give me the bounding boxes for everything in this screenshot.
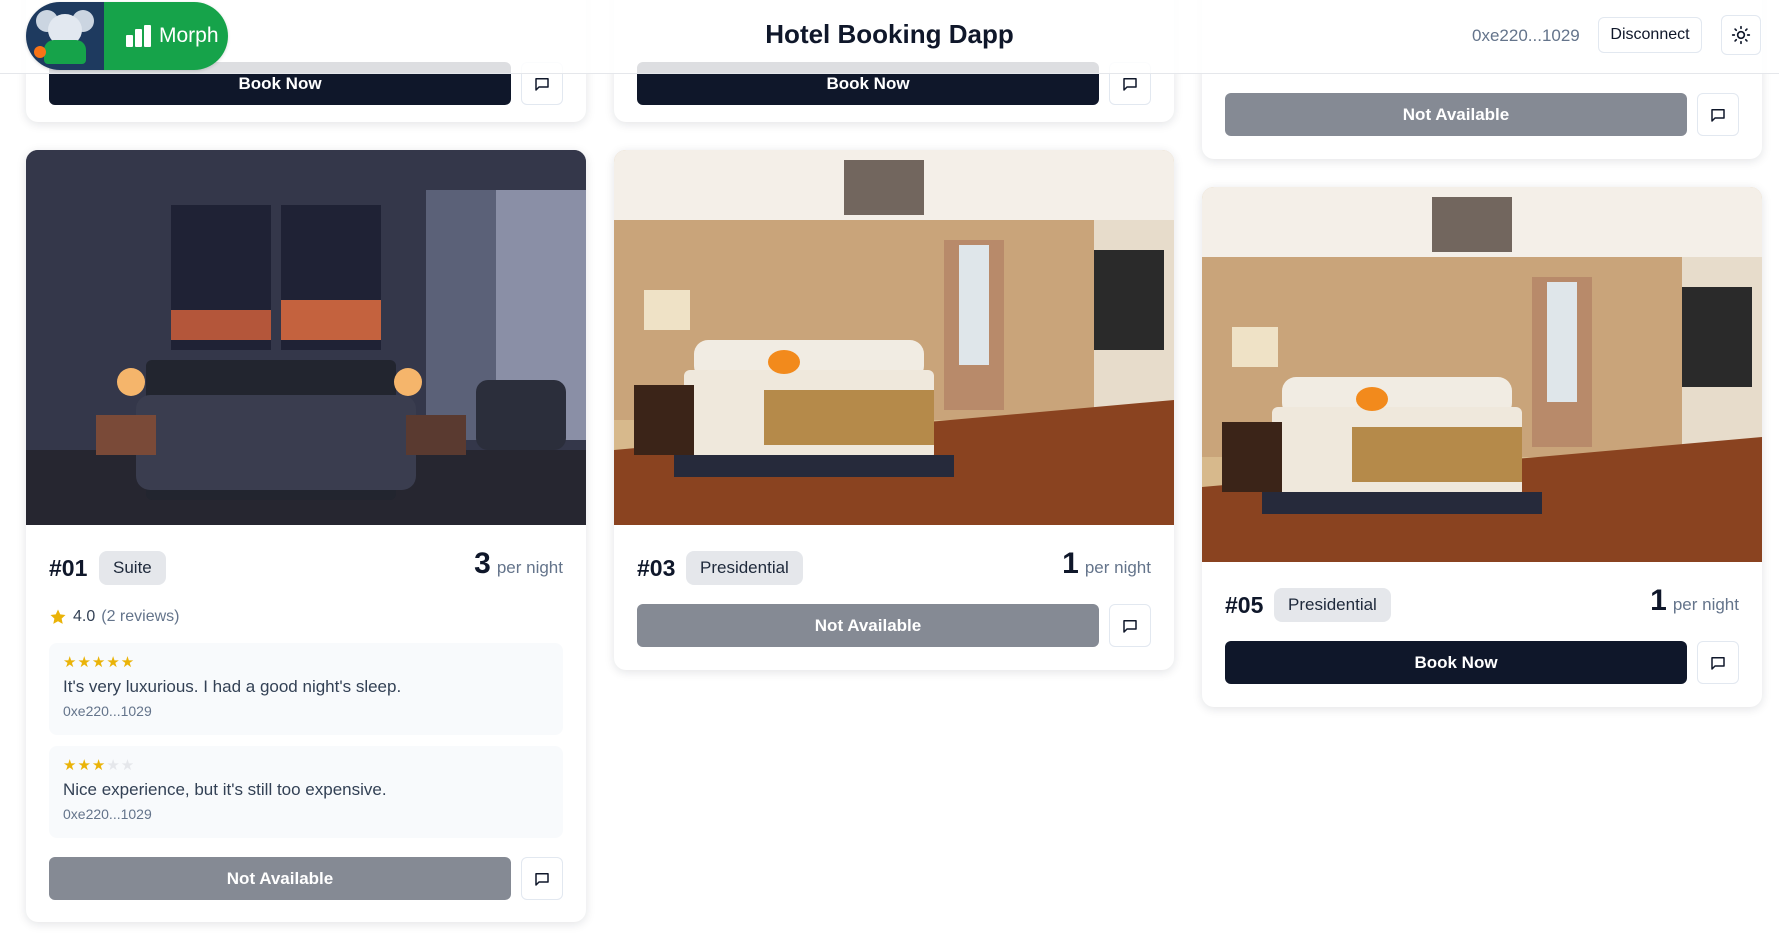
rating-value: 4.0 bbox=[73, 608, 96, 625]
brand: Morph bbox=[104, 2, 228, 70]
sun-icon bbox=[1731, 25, 1751, 45]
message-icon bbox=[1123, 77, 1137, 91]
price-value: 3 bbox=[474, 547, 491, 580]
price-unit: per night bbox=[1672, 595, 1739, 614]
review-stars: ★★★★★ bbox=[63, 757, 136, 774]
not-available-button[interactable]: Not Available bbox=[49, 857, 511, 900]
morph-mark-icon bbox=[126, 25, 151, 47]
star-icon bbox=[50, 609, 66, 624]
message-icon bbox=[1123, 619, 1137, 633]
room-number: #03 bbox=[637, 555, 676, 581]
morph-logo[interactable]: Morph bbox=[26, 2, 228, 70]
price-unit: per night bbox=[1084, 558, 1151, 577]
wallet-address: 0xe220...1029 bbox=[1472, 26, 1580, 45]
not-available-button[interactable]: Not Available bbox=[637, 604, 1099, 647]
room-number: #05 bbox=[1225, 592, 1264, 618]
reviews-count: (2 reviews) bbox=[101, 608, 180, 625]
room-number: #01 bbox=[49, 555, 88, 581]
message-icon bbox=[1711, 108, 1725, 122]
price: 1 per night bbox=[1650, 584, 1739, 618]
review-author: 0xe220...1029 bbox=[63, 703, 152, 719]
page: Book Now Book Now Not Available #01 Suit… bbox=[0, 0, 1779, 942]
price: 1 per night bbox=[1062, 547, 1151, 581]
room-type-badge: Suite bbox=[99, 551, 166, 585]
room-image bbox=[614, 150, 1174, 525]
room-image bbox=[26, 150, 586, 525]
message-icon bbox=[1711, 656, 1725, 670]
not-available-button[interactable]: Not Available bbox=[1225, 93, 1687, 136]
disconnect-button[interactable]: Disconnect bbox=[1598, 17, 1702, 53]
price-value: 1 bbox=[1062, 547, 1079, 580]
review-stars: ★★★★★ bbox=[63, 654, 136, 671]
koala-mascot-icon bbox=[26, 2, 104, 70]
book-now-button[interactable]: Book Now bbox=[1225, 641, 1687, 684]
price: 3 per night bbox=[474, 547, 563, 581]
luxury-bedroom-image bbox=[1202, 187, 1762, 562]
price-value: 1 bbox=[1650, 584, 1667, 617]
room-card-03: #03 Presidential 1 per night Not Availabl… bbox=[614, 150, 1174, 670]
message-icon bbox=[535, 77, 549, 91]
reviews-button[interactable] bbox=[521, 857, 563, 900]
room-type-badge: Presidential bbox=[686, 551, 803, 585]
luxury-bedroom-image bbox=[614, 150, 1174, 525]
theme-toggle-button[interactable] bbox=[1721, 15, 1761, 55]
review-author: 0xe220...1029 bbox=[63, 806, 152, 822]
dark-bedroom-image bbox=[26, 150, 586, 525]
review-text: Nice experience, but it's still too expe… bbox=[63, 780, 387, 799]
message-icon bbox=[535, 872, 549, 886]
price-unit: per night bbox=[496, 558, 563, 577]
room-image bbox=[1202, 187, 1762, 562]
review-text: It's very luxurious. I had a good night'… bbox=[63, 677, 402, 696]
room-type-badge: Presidential bbox=[1274, 588, 1391, 622]
review-item: ★★★★★ Nice experience, but it's still to… bbox=[49, 746, 563, 838]
reviews-button[interactable] bbox=[1697, 93, 1739, 136]
reviews-button[interactable] bbox=[1109, 604, 1151, 647]
app-header: Morph Hotel Booking Dapp 0xe220...1029 D… bbox=[0, 0, 1779, 74]
room-card-05: #05 Presidential 1 per night Book Now bbox=[1202, 187, 1762, 707]
reviews-button[interactable] bbox=[1697, 641, 1739, 684]
rating-summary: 4.0 (2 reviews) bbox=[49, 608, 179, 626]
brand-name: Morph bbox=[159, 24, 219, 47]
review-item: ★★★★★ It's very luxurious. I had a good … bbox=[49, 643, 563, 735]
room-card-01: #01 Suite 3 per night 4.0 (2 reviews) ★★★… bbox=[26, 150, 586, 922]
